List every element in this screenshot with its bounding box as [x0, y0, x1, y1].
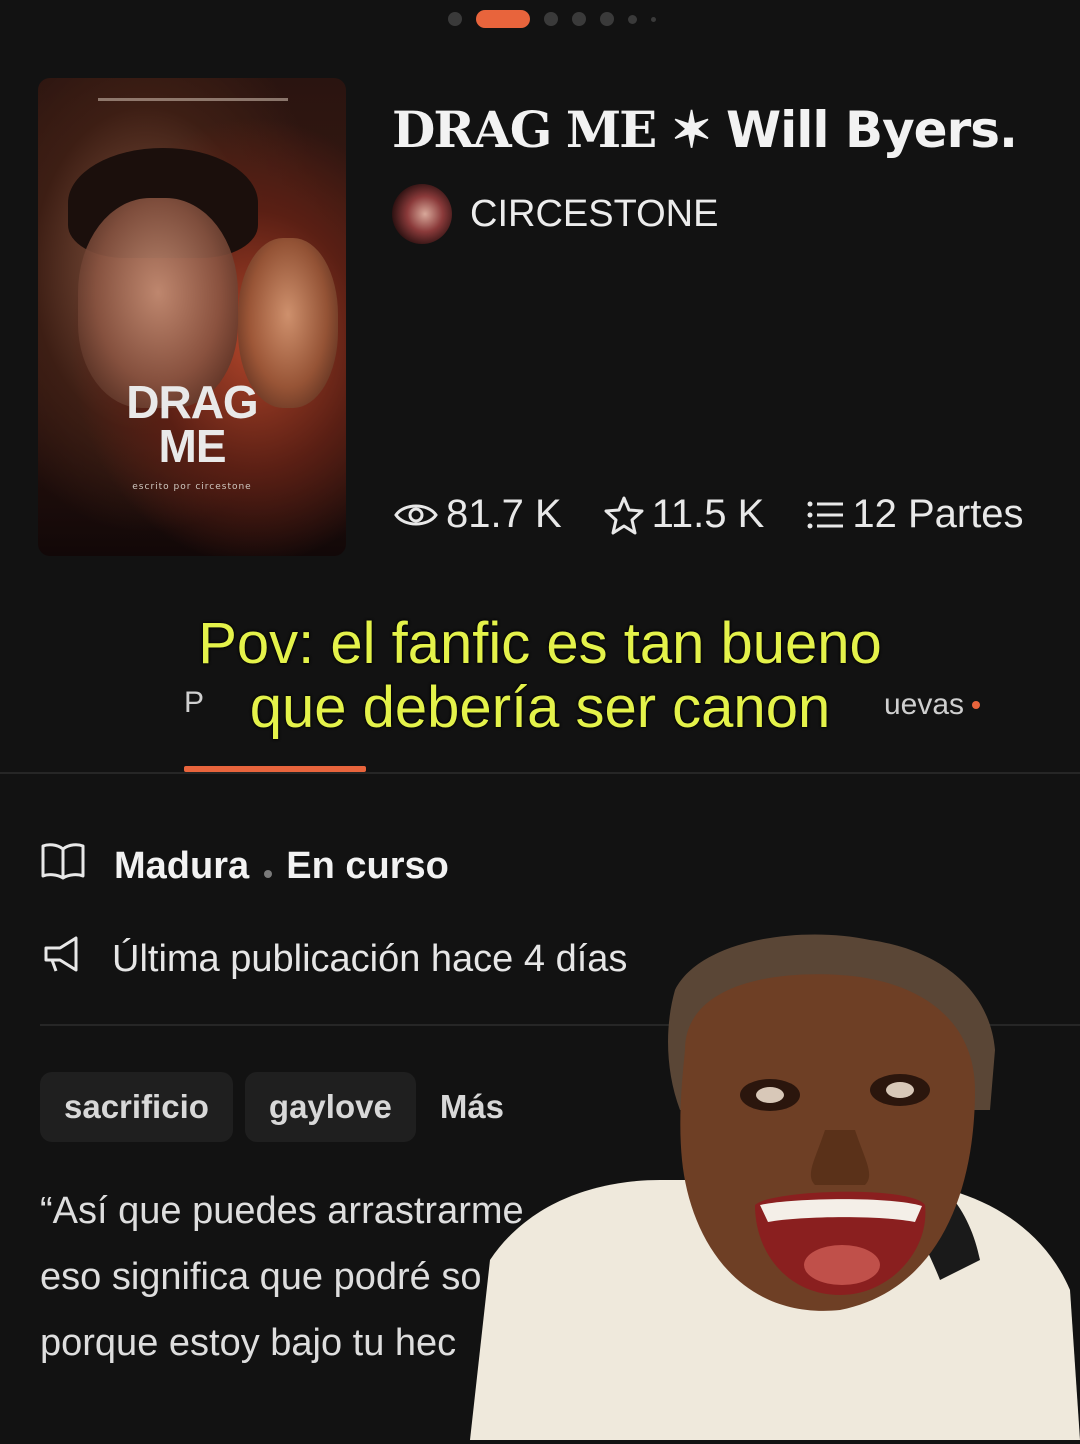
parts-count: 12 Partes	[852, 492, 1024, 536]
list-icon	[806, 499, 844, 531]
cover-decoration	[98, 98, 288, 101]
carousel-dot[interactable]	[544, 12, 558, 26]
author-link[interactable]: CIRCESTONE	[392, 184, 718, 244]
carousel-indicator	[448, 10, 656, 28]
reads-stat: 81.7 K	[394, 492, 562, 537]
carousel-dot[interactable]	[651, 16, 656, 22]
carousel-dot[interactable]	[572, 12, 586, 26]
parts-stat: 12 Partes	[806, 492, 1024, 537]
story-rating-status: Madura En curso	[40, 842, 449, 890]
caption-line: Pov: el fanfic es tan bueno	[198, 611, 882, 676]
reads-count: 81.7 K	[446, 492, 562, 536]
avatar[interactable]	[392, 184, 452, 244]
carousel-dot-active[interactable]	[476, 10, 530, 28]
book-icon	[40, 842, 86, 890]
rating-label: Madura	[114, 844, 250, 887]
megaphone-icon	[40, 934, 84, 984]
carousel-dot[interactable]	[600, 12, 614, 26]
eye-icon	[394, 500, 438, 530]
divider	[0, 772, 1080, 774]
tag-chip[interactable]: sacrificio	[40, 1072, 233, 1142]
tag-chip[interactable]: gaylove	[244, 1072, 416, 1142]
video-caption: Pov: el fanfic es tan bueno que debería …	[0, 612, 1080, 740]
author-name[interactable]: CIRCESTONE	[470, 193, 718, 236]
status-label: En curso	[286, 844, 449, 887]
story-stats: 81.7 K 11.5 K 12 Partes	[394, 492, 1024, 537]
votes-count: 11.5 K	[651, 492, 765, 536]
caption-line: que debería ser canon	[249, 675, 831, 740]
separator-dot	[263, 869, 272, 878]
story-title: DRAG ME ✶ Will Byers.	[392, 100, 1018, 159]
story-cover[interactable]: DRAG ME escrito por circestone	[38, 78, 346, 556]
star-icon	[604, 495, 644, 535]
cover-subtitle: escrito por circestone	[132, 482, 252, 492]
votes-stat: 11.5 K	[604, 492, 765, 537]
carousel-dot[interactable]	[628, 14, 637, 24]
cover-title: DRAG ME	[126, 376, 258, 472]
reaction-person-overlay	[470, 930, 1080, 1440]
tag-list: sacrificio gaylove Más	[40, 1072, 516, 1142]
carousel-dot[interactable]	[448, 12, 462, 26]
